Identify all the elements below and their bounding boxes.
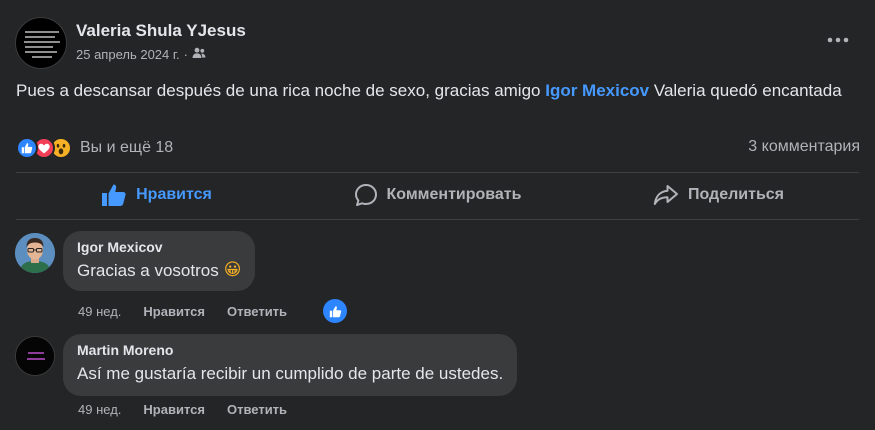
comment-bubble: Martin Moreno Así me gustaría recibir un… — [63, 334, 518, 396]
friends-icon[interactable] — [192, 47, 206, 62]
comment-like-reaction-icon[interactable] — [323, 299, 347, 323]
grinning-face-icon: 😀 — [223, 260, 242, 280]
divider-bottom — [16, 219, 859, 220]
comment-time[interactable]: 49 нед. — [78, 402, 121, 417]
post-text: Pues a descansar después de una rica noc… — [16, 78, 856, 103]
comment-time[interactable]: 49 нед. — [78, 304, 121, 319]
reactions-label[interactable]: Вы и ещё 18 — [80, 139, 173, 157]
comments-count[interactable]: 3 комментария — [748, 138, 860, 156]
reactions-summary[interactable]: Вы и ещё 18 — [16, 134, 173, 162]
post-date[interactable]: 25 апрель 2024 г. — [76, 47, 180, 62]
action-bar: Нравится Комментировать Поделиться — [16, 174, 859, 216]
meta-separator: · — [183, 47, 188, 62]
comment-reply-button[interactable]: Ответить — [227, 402, 287, 417]
post-text-before: Pues a descansar después de una rica noc… — [16, 81, 546, 100]
comment-bubble-icon — [354, 184, 377, 206]
commenter-avatar[interactable] — [15, 233, 55, 273]
comment-like-button[interactable]: Нравится — [143, 304, 205, 319]
more-dots-icon — [827, 37, 849, 43]
share-button[interactable]: Поделиться — [578, 174, 859, 216]
person-photo-icon — [15, 233, 55, 273]
comment-like-button[interactable]: Нравится — [143, 402, 205, 417]
thumbs-up-icon — [102, 184, 126, 206]
comment-meta: 49 нед. Нравится Ответить — [78, 402, 287, 417]
comment-bubble: Igor Mexicov Gracias a vosotros 😀 — [63, 231, 256, 291]
mention-link[interactable]: Igor Mexicov — [545, 81, 649, 100]
dark-text-avatar-icon — [16, 337, 54, 375]
author-name[interactable]: Valeria Shula YJesus — [76, 21, 246, 41]
like-button[interactable]: Нравится — [16, 174, 297, 216]
divider-top — [16, 172, 859, 173]
comment-meta: 49 нед. Нравится Ответить — [78, 304, 287, 319]
comment-text: Así me gustaría recibir un cumplido de p… — [77, 363, 503, 384]
post-card: Valeria Shula YJesus 25 апрель 2024 г. ·… — [0, 0, 875, 430]
comment-button[interactable]: Комментировать — [297, 174, 578, 216]
post-meta: 25 апрель 2024 г. · — [76, 47, 206, 62]
comment-button-label: Комментировать — [386, 186, 522, 203]
comment-text-body: Gracias a vosotros — [77, 261, 219, 280]
share-button-label: Поделиться — [687, 186, 785, 203]
author-avatar[interactable] — [15, 17, 67, 69]
commenter-avatar[interactable] — [15, 336, 55, 376]
more-options-button[interactable] — [818, 24, 858, 56]
comment-text: Gracias a vosotros 😀 — [77, 260, 241, 281]
comment-reply-button[interactable]: Ответить — [227, 304, 287, 319]
comment-text-body: Así me gustaría recibir un cumplido de p… — [77, 364, 504, 383]
share-arrow-icon — [653, 185, 678, 205]
comment-author[interactable]: Igor Mexicov — [77, 239, 241, 255]
comment-author[interactable]: Martin Moreno — [77, 342, 503, 358]
post-text-after: Valeria quedó encantada — [649, 81, 842, 100]
like-button-label: Нравится — [136, 186, 212, 203]
like-reaction-icon — [16, 137, 38, 159]
